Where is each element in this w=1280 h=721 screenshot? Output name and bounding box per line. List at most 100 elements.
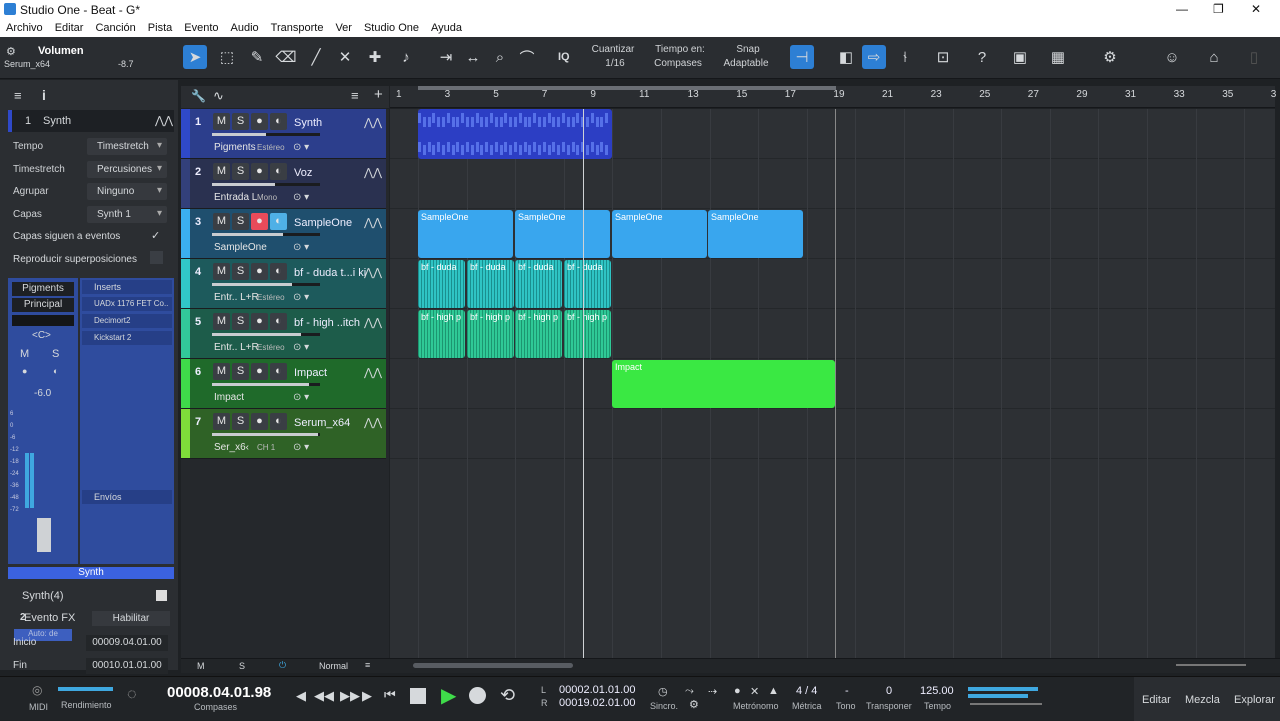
timebase-select[interactable]: Compases	[646, 58, 710, 69]
high-clip[interactable]: bf - high p	[467, 310, 514, 358]
high-clip[interactable]: bf - high p	[564, 310, 611, 358]
menu-archivo[interactable]: Archivo	[0, 20, 49, 37]
quantize-select[interactable]: 1/16	[590, 58, 640, 69]
menu-ver[interactable]: Ver	[329, 20, 358, 37]
output-button[interactable]: Principal	[12, 298, 74, 312]
record-arm-icon[interactable]: ●	[22, 366, 27, 376]
record-button[interactable]	[469, 687, 486, 704]
song-end-marker[interactable]	[835, 109, 836, 658]
loop-start-icon[interactable]: ⏮	[384, 687, 396, 703]
track-name[interactable]: SampleOne	[294, 217, 352, 229]
fast-forward-icon[interactable]: ▶▶	[340, 688, 360, 704]
mode-select[interactable]: Normal	[319, 661, 348, 671]
inserts-label[interactable]: Inserts	[82, 280, 172, 294]
position-display[interactable]: 00008.04.01.98	[167, 684, 271, 701]
track-record-button[interactable]: ●	[251, 163, 268, 180]
rewind-icon[interactable]: ◀◀	[314, 688, 334, 704]
metronome-icon[interactable]: ▲	[768, 685, 779, 697]
track-solo-button[interactable]: S	[232, 113, 249, 130]
settings-icon[interactable]: ⚙	[1098, 45, 1122, 69]
automation-icon[interactable]: ∿	[213, 88, 224, 104]
duda-clip[interactable]: bf - duda	[467, 260, 514, 308]
mute-button[interactable]: M	[20, 348, 29, 360]
track-mute-button[interactable]: M	[213, 163, 230, 180]
menu-studio-one[interactable]: Studio One	[358, 20, 425, 37]
duda-clip[interactable]: bf - duda	[418, 260, 465, 308]
transpose-value[interactable]: 0	[886, 685, 892, 697]
add-track-icon[interactable]: +	[374, 86, 383, 103]
position-unit[interactable]: Compases	[194, 702, 237, 712]
split-tool-icon[interactable]: ✚	[363, 45, 387, 69]
insert-slot-2[interactable]: Decimort2	[82, 314, 172, 328]
iq-button[interactable]: IQ	[558, 51, 570, 63]
duda-clip[interactable]: bf - duda	[515, 260, 562, 308]
track-mute-button[interactable]: M	[213, 263, 230, 280]
pencil-tool-icon[interactable]: ✎	[245, 45, 269, 69]
track-input[interactable]: Entrada L	[214, 192, 257, 203]
track-name[interactable]: Synth	[294, 117, 322, 129]
mix-view-button[interactable]: Mezcla	[1185, 694, 1220, 706]
close-icon[interactable]: ✕	[1251, 2, 1261, 16]
track-volume-slider[interactable]	[212, 233, 320, 236]
track-header[interactable]: 6 M S ● ◐ Impact ⋀⋀ Impact ⊙ ▾	[181, 359, 386, 409]
horizontal-scrollbar[interactable]	[413, 663, 573, 668]
monitor-icon[interactable]: ◐	[53, 366, 58, 376]
loop-icon[interactable]: ⟲	[500, 685, 515, 706]
menu-cancion[interactable]: Canción	[89, 20, 141, 37]
gear-icon[interactable]: ⚙	[689, 698, 699, 711]
toggle-icon[interactable]: ⊙ ▾	[293, 242, 309, 253]
track-input[interactable]: Entr.. L+R	[214, 342, 259, 353]
track-header[interactable]: 5 M S ● ◐ bf - high ..itch ⋀⋀ Entr.. L+R Estéreo…	[181, 309, 386, 359]
track-mute-button[interactable]: M	[213, 313, 230, 330]
track-name[interactable]: Impact	[294, 367, 327, 379]
sync-icon[interactable]: ◷	[658, 685, 668, 698]
user-icon[interactable]: ☺	[1160, 45, 1184, 69]
track-solo-button[interactable]: S	[232, 213, 249, 230]
listen-tool-icon[interactable]: ♪	[394, 45, 418, 69]
split-view-icon[interactable]: ⫮	[893, 45, 917, 69]
insert-slot-3[interactable]: Kickstart 2	[82, 331, 172, 345]
tempo-select[interactable]: Timestretch	[87, 138, 167, 155]
pan-slider[interactable]	[12, 315, 74, 326]
track-volume-slider[interactable]	[212, 133, 320, 136]
sends-label[interactable]: Envíos	[82, 490, 172, 504]
global-mute-button[interactable]: M	[197, 661, 205, 671]
track-solo-button[interactable]: S	[232, 413, 249, 430]
track-volume-slider[interactable]	[212, 283, 320, 286]
track-input[interactable]: Entr.. L+R	[214, 292, 259, 303]
event-color-swatch[interactable]	[156, 590, 167, 601]
list-icon[interactable]: ≡	[351, 88, 359, 103]
track-name[interactable]: Voz	[294, 167, 312, 179]
track-input[interactable]: Impact	[214, 392, 244, 403]
sampleone-clip[interactable]: SampleOne	[515, 210, 610, 258]
end-icon[interactable]: ▶	[362, 688, 372, 704]
track-solo-button[interactable]: S	[232, 163, 249, 180]
impact-clip[interactable]: Impact	[612, 360, 835, 408]
solo-button[interactable]: S	[52, 348, 59, 360]
footer-list-icon[interactable]: ≡	[365, 660, 370, 670]
duda-clip[interactable]: bf - duda	[564, 260, 611, 308]
sampleone-clip[interactable]: SampleOne	[418, 210, 513, 258]
menu-transporte[interactable]: Transporte	[265, 20, 330, 37]
toggle-icon[interactable]: ⊙ ▾	[293, 442, 309, 453]
grid-view-icon[interactable]: ▦	[1046, 45, 1070, 69]
paint-tool-icon[interactable]: ╱	[304, 45, 328, 69]
metronome-dot-icon[interactable]: ●	[734, 685, 741, 697]
track-monitor-button[interactable]: ◐	[270, 263, 287, 280]
track-monitor-button[interactable]: ◐	[270, 363, 287, 380]
track-solo-button[interactable]: S	[232, 363, 249, 380]
maximize-icon[interactable]: ❐	[1213, 2, 1224, 16]
toggle-icon[interactable]: ⊙ ▾	[293, 342, 309, 353]
menu-evento[interactable]: Evento	[178, 20, 224, 37]
bend-tool-icon[interactable]: ⇥	[434, 45, 458, 69]
playhead[interactable]	[583, 109, 584, 658]
track-record-button[interactable]: ●	[251, 113, 268, 130]
help-icon[interactable]: ?	[970, 45, 994, 69]
track-header[interactable]: 1 M S ● ◐ Synth ⋀⋀ Pigments Estéreo ⊙ ▾	[181, 109, 386, 159]
start-field[interactable]: 00009.04.01.00	[86, 635, 168, 651]
timestretch-select[interactable]: Percusiones	[87, 161, 167, 178]
track-volume-slider[interactable]	[212, 433, 320, 436]
stretch-tool-icon[interactable]: ↔	[461, 45, 485, 69]
track-input[interactable]: Ser_x6‹	[214, 442, 249, 453]
menu-icon[interactable]: ≡	[14, 88, 22, 103]
